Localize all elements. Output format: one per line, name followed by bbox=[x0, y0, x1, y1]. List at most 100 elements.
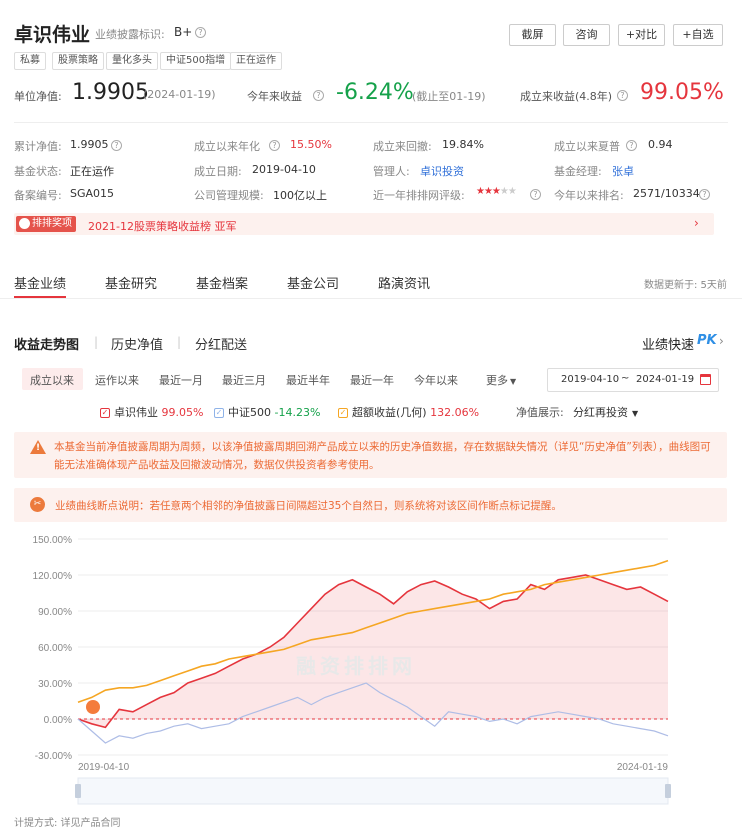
tab-archive[interactable]: 基金档案 bbox=[196, 273, 248, 292]
notice-text: 业绩曲线断点说明：若任意两个相邻的净值披露日间隔超过35个自然日，则系统将对该区… bbox=[55, 500, 562, 512]
detail-value: 0.94 bbox=[648, 138, 673, 151]
checkbox-icon: ✓ bbox=[100, 408, 110, 418]
legend-display-label: 净值展示: bbox=[516, 406, 564, 419]
x-tick-label: 2019-04-10 bbox=[78, 762, 130, 773]
subtab-return-chart[interactable]: 收益走势图 bbox=[14, 334, 79, 353]
pk-label[interactable]: 业绩快速 bbox=[642, 334, 694, 353]
start-marker-icon[interactable] bbox=[86, 700, 100, 714]
help-icon[interactable]: ? bbox=[530, 189, 541, 200]
legend-fund[interactable]: ✓ 卓识伟业 99.05% bbox=[100, 404, 203, 420]
star-rating: ★★★★★ bbox=[476, 186, 517, 197]
manager-link[interactable]: 卓识投资 bbox=[420, 163, 464, 179]
calendar-icon[interactable] bbox=[700, 374, 711, 385]
award-text: 2021-12股票策略收益榜 亚军 bbox=[88, 220, 237, 233]
detail-label: 今年以来排名: bbox=[554, 189, 624, 202]
fee-method: 计提方式: 详见产品合同 bbox=[14, 818, 121, 829]
period-since-inception[interactable]: 成立以来 bbox=[30, 372, 74, 388]
tag-3: 中证500指增 bbox=[160, 52, 232, 70]
y-tick-label: 0.00% bbox=[44, 715, 72, 726]
divider bbox=[0, 298, 742, 299]
range-handle-right[interactable] bbox=[665, 784, 671, 798]
period-ytd[interactable]: 今年以来 bbox=[414, 372, 458, 388]
nav-date: (2024-01-19) bbox=[143, 88, 216, 101]
legend-index[interactable]: ✓ 中证500 -14.23% bbox=[214, 404, 320, 420]
detail-label: 成立以来夏普 bbox=[554, 140, 620, 153]
help-icon[interactable]: ? bbox=[195, 27, 206, 38]
compare-button[interactable]: +对比 bbox=[618, 24, 665, 46]
display-mode-select[interactable]: 分红再投资 ▼ bbox=[573, 404, 638, 420]
chevron-right-icon[interactable]: › bbox=[694, 216, 699, 230]
warning-icon-mark: ! bbox=[36, 443, 41, 453]
legend-index-name: 中证500 bbox=[228, 406, 271, 419]
detail-label: 成立以来年化 bbox=[194, 140, 260, 153]
star-empty: ★★ bbox=[499, 186, 517, 197]
update-note: 数据更新于: 5天前 bbox=[644, 280, 727, 291]
date-end[interactable]: 2024-01-19 bbox=[636, 374, 694, 385]
rating-value: B+ bbox=[174, 25, 193, 39]
nav-value: 1.9905 bbox=[72, 80, 149, 105]
caret-down-icon: ▼ bbox=[632, 409, 639, 418]
detail-value: 正在运作 bbox=[70, 165, 114, 178]
fund-manager-link[interactable]: 张卓 bbox=[612, 163, 634, 179]
period-1y[interactable]: 最近一年 bbox=[350, 372, 394, 388]
legend-fund-name: 卓识伟业 bbox=[114, 406, 158, 419]
detail-label: 管理人: bbox=[373, 165, 410, 178]
detail-value: 100亿以上 bbox=[273, 189, 327, 202]
since-label: 成立来收益(4.8年) bbox=[520, 90, 613, 103]
help-icon[interactable]: ? bbox=[269, 140, 280, 151]
help-icon[interactable]: ? bbox=[313, 90, 324, 101]
period-more[interactable]: 更多 ▼ bbox=[486, 372, 516, 388]
consult-button[interactable]: 咨询 bbox=[563, 24, 610, 46]
date-sep: ~ bbox=[621, 373, 630, 384]
y-tick-label: 30.00% bbox=[38, 679, 72, 690]
chart-watermark: 融资排排网 bbox=[296, 654, 416, 678]
detail-label: 公司管理规模: bbox=[194, 189, 264, 202]
tab-company[interactable]: 基金公司 bbox=[287, 273, 339, 292]
subtab-history-nav[interactable]: 历史净值 bbox=[111, 334, 163, 353]
y-tick-label: 90.00% bbox=[38, 607, 72, 618]
tag-4: 正在运作 bbox=[230, 52, 282, 70]
date-start[interactable]: 2019-04-10 bbox=[561, 374, 619, 385]
separator: | bbox=[94, 335, 99, 349]
period-more-label: 更多 bbox=[486, 374, 508, 387]
detail-value: SGA015 bbox=[70, 187, 115, 200]
tag-0: 私募 bbox=[14, 52, 46, 70]
detail-value: 15.50% bbox=[290, 138, 332, 151]
tab-performance[interactable]: 基金业绩 bbox=[14, 273, 66, 292]
period-1m[interactable]: 最近一月 bbox=[159, 372, 203, 388]
display-mode-value: 分红再投资 bbox=[573, 406, 628, 419]
detail-value: 2019-04-10 bbox=[252, 163, 316, 176]
period-6m[interactable]: 最近半年 bbox=[286, 372, 330, 388]
tag-1: 股票策略 bbox=[52, 52, 104, 70]
warning-text: 本基金当前净值披露周期为周频，以该净值披露周期回溯产品成立以来的历史净值数据，存… bbox=[54, 441, 711, 471]
award-badge: 排排奖项 bbox=[16, 216, 76, 232]
detail-label: 备案编号: bbox=[14, 189, 62, 202]
legend-excess[interactable]: ✓ 超额收益(几何) 132.06% bbox=[338, 404, 479, 420]
pk-badge[interactable]: PK bbox=[697, 333, 717, 348]
help-icon[interactable]: ? bbox=[699, 189, 710, 200]
y-tick-label: 150.00% bbox=[33, 535, 73, 546]
tab-research[interactable]: 基金研究 bbox=[105, 273, 157, 292]
detail-label: 近一年排排网评级: bbox=[373, 189, 465, 202]
separator: | bbox=[177, 335, 182, 349]
legend-index-value: -14.23% bbox=[274, 406, 321, 419]
watchlist-button[interactable]: +自选 bbox=[673, 24, 723, 46]
ytd-note: (截止至01-19) bbox=[412, 90, 486, 103]
help-icon[interactable]: ? bbox=[626, 140, 637, 151]
tab-roadshow[interactable]: 路演资讯 bbox=[378, 273, 430, 292]
chevron-right-icon[interactable]: › bbox=[719, 334, 724, 348]
detail-label: 基金状态: bbox=[14, 165, 62, 178]
screenshot-button[interactable]: 截屏 bbox=[509, 24, 556, 46]
detail-value: 1.9905 bbox=[70, 138, 109, 151]
subtab-dividend[interactable]: 分红配送 bbox=[195, 334, 247, 353]
range-handle-left[interactable] bbox=[75, 784, 81, 798]
detail-label: 累计净值: bbox=[14, 140, 62, 153]
period-3m[interactable]: 最近三月 bbox=[222, 372, 266, 388]
checkbox-icon: ✓ bbox=[214, 408, 224, 418]
range-slider[interactable] bbox=[77, 777, 669, 805]
x-tick-label: 2024-01-19 bbox=[617, 762, 669, 773]
ytd-value: -6.24% bbox=[336, 80, 414, 105]
help-icon[interactable]: ? bbox=[111, 140, 122, 151]
period-since-operation[interactable]: 运作以来 bbox=[95, 372, 139, 388]
help-icon[interactable]: ? bbox=[617, 90, 628, 101]
